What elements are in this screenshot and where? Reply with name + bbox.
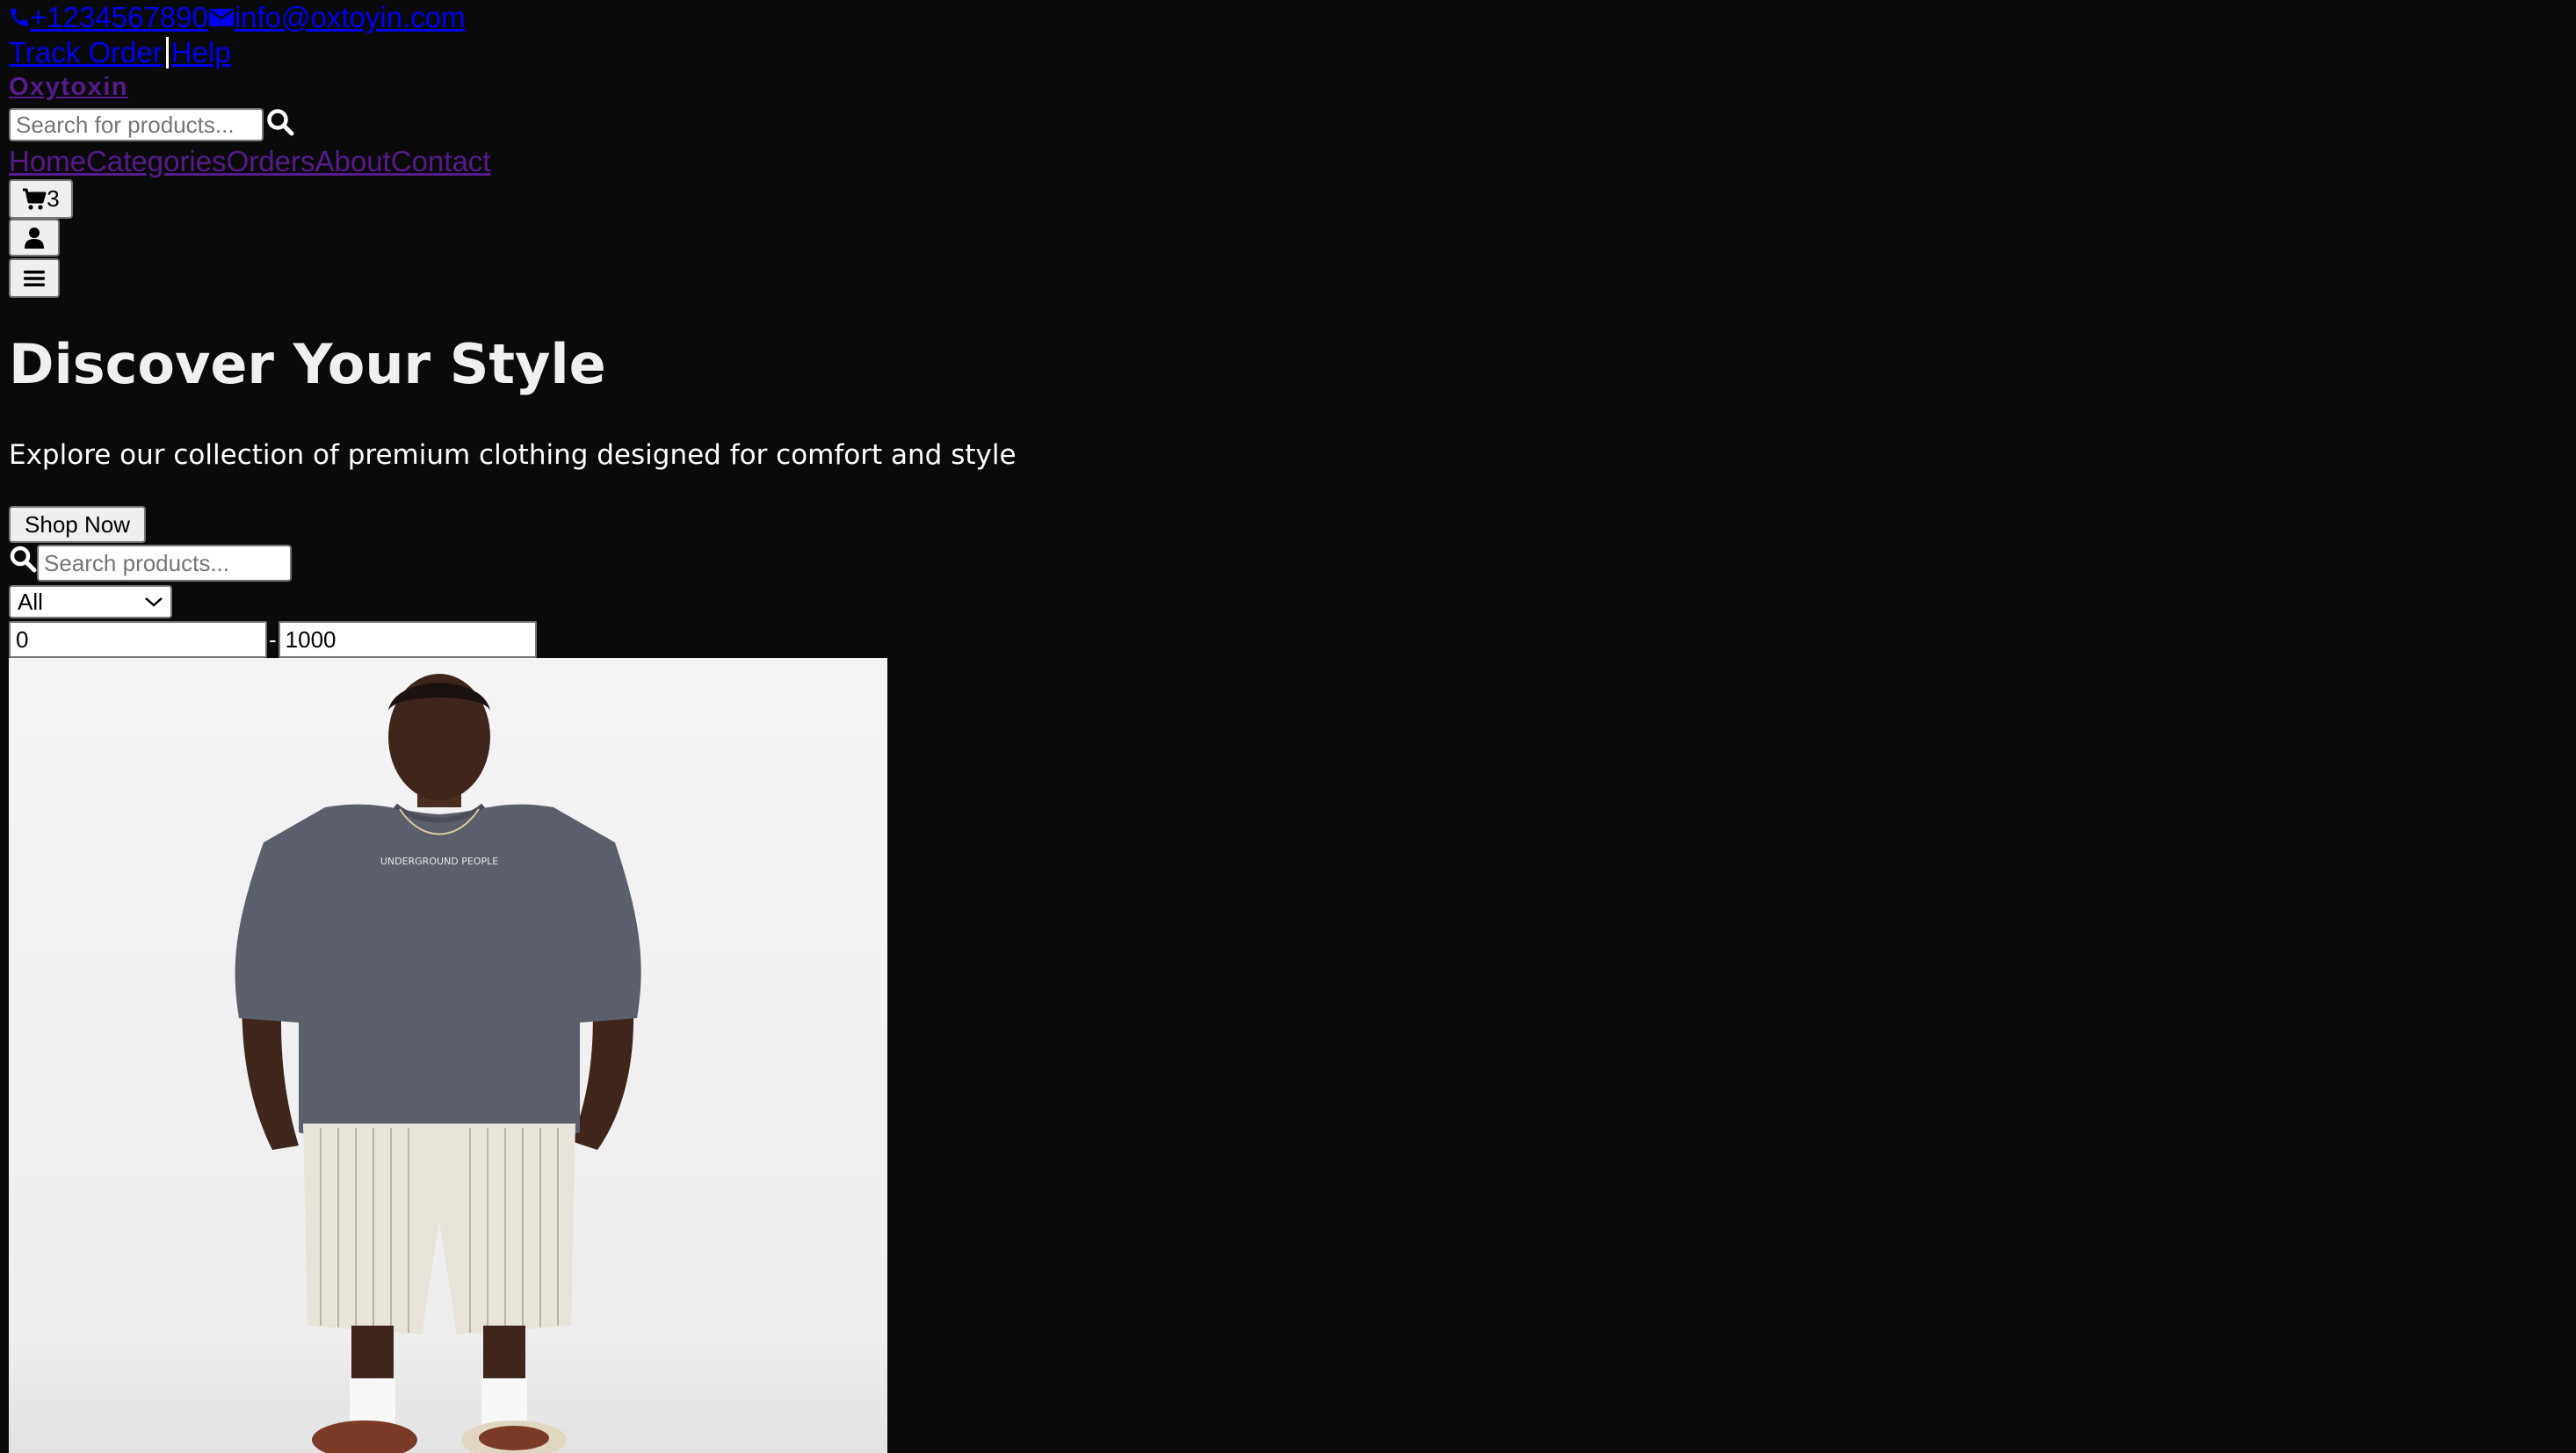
phone-link[interactable]: +1234567890 [9, 1, 208, 34]
help-link[interactable]: Help [171, 36, 231, 69]
nav-contact[interactable]: Contact [391, 145, 491, 178]
menu-icon [24, 270, 45, 286]
product-search-input[interactable] [37, 545, 292, 582]
price-range: - [9, 620, 537, 659]
cart-icon [23, 188, 47, 210]
cart-count: 3 [47, 185, 60, 212]
email-address: info@oxtoyin.com [234, 1, 466, 33]
divider [165, 37, 169, 69]
menu-button[interactable] [9, 258, 60, 298]
price-range-dash: - [269, 625, 277, 653]
chevron-down-icon [145, 597, 163, 607]
product-photo-illustration: UNDERGROUND PEOPLE [9, 658, 887, 1453]
hero-title: Discover Your Style [9, 332, 606, 396]
main-nav: Home Categories Orders About Contact [9, 143, 490, 180]
nav-about[interactable]: About [315, 145, 390, 178]
header-search-input[interactable] [9, 108, 264, 141]
user-icon [25, 227, 44, 249]
phone-icon [11, 9, 28, 26]
nav-home[interactable]: Home [9, 145, 86, 178]
envelope-icon [208, 9, 234, 26]
utility-links: Track Order Help [9, 35, 231, 70]
product-filter-search [9, 544, 292, 582]
search-icon[interactable] [265, 107, 295, 137]
hero-subtitle: Explore our collection of premium clothi… [9, 439, 1017, 471]
category-select[interactable]: All [9, 585, 172, 618]
logo-link[interactable]: Oxytoxin [9, 73, 128, 102]
shirt-print: UNDERGROUND PEOPLE [380, 856, 498, 867]
category-selected: All [18, 588, 43, 615]
contact-bar: +1234567890 info@oxtoyin.com [9, 0, 466, 35]
product-image[interactable]: UNDERGROUND PEOPLE [9, 658, 887, 1453]
price-max-input[interactable] [278, 621, 537, 658]
price-min-input[interactable] [9, 621, 267, 658]
phone-number: +1234567890 [30, 1, 208, 33]
account-button[interactable] [9, 219, 60, 257]
nav-orders[interactable]: Orders [227, 145, 315, 178]
brand-logo: Oxytoxin [9, 72, 128, 102]
search-icon [10, 546, 37, 573]
shop-now-button[interactable]: Shop Now [9, 506, 146, 543]
track-order-link[interactable]: Track Order [9, 36, 163, 69]
header-search [9, 105, 295, 144]
email-link[interactable]: info@oxtoyin.com [208, 1, 466, 34]
cart-button[interactable]: 3 [9, 179, 73, 219]
nav-categories[interactable]: Categories [86, 145, 227, 178]
